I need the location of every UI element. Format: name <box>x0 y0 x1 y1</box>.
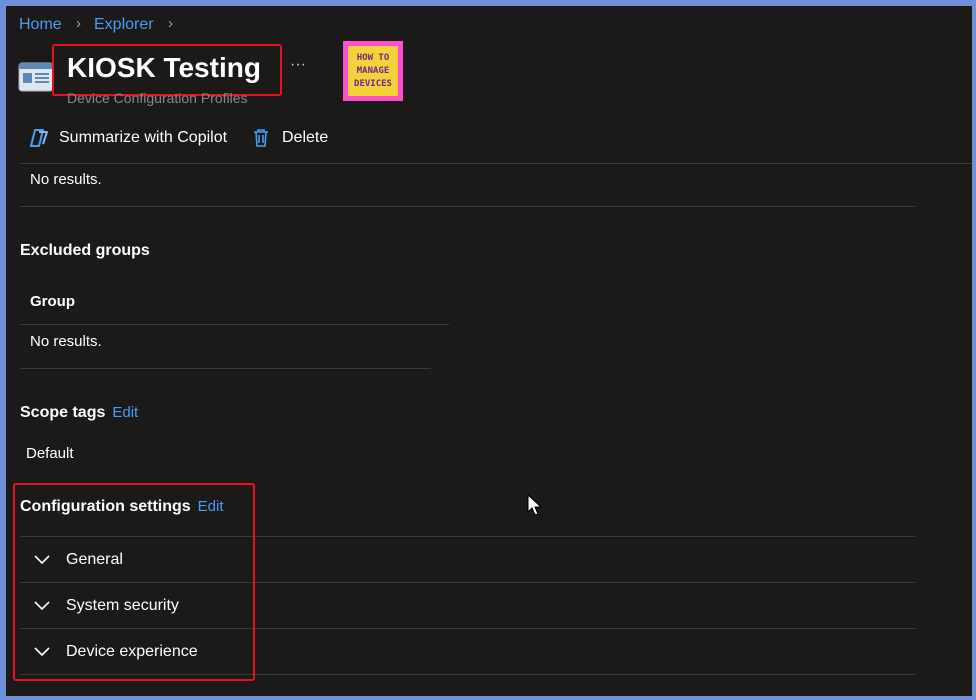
delete-label: Delete <box>282 129 329 146</box>
more-options-button[interactable]: ··· <box>290 56 306 74</box>
logo-line-2: MANAGE <box>356 65 390 76</box>
chevron-right-icon: › <box>168 15 173 32</box>
mouse-cursor-icon <box>527 493 543 523</box>
excluded-no-results: No results. <box>30 333 102 350</box>
copilot-icon <box>30 129 48 147</box>
logo-line-3: DEVICES <box>354 78 392 89</box>
profile-icon <box>18 61 54 98</box>
summarize-with-copilot-button[interactable]: Summarize with Copilot <box>28 128 227 148</box>
toolbar-divider <box>20 163 972 164</box>
group-column-header: Group <box>30 293 75 310</box>
chevron-right-icon: › <box>76 15 81 32</box>
how-to-manage-devices-logo: HOW TO MANAGE DEVICES <box>343 41 403 101</box>
delete-button[interactable]: Delete <box>252 128 328 148</box>
scope-tags-title: Scope tags <box>20 404 106 421</box>
page-subtitle: Device Configuration Profiles <box>67 90 248 106</box>
trash-icon <box>254 129 268 147</box>
configuration-highlight-box <box>13 483 255 681</box>
table-header-divider <box>20 324 449 325</box>
breadcrumb-home[interactable]: Home <box>19 16 62 34</box>
scope-tag-default: Default <box>26 445 74 462</box>
app-frame: Home › Explorer › KIOSK Testing Device C… <box>6 6 972 696</box>
included-no-results: No results. <box>30 171 102 188</box>
excluded-groups-title: Excluded groups <box>20 242 150 259</box>
scope-tags-edit-link[interactable]: Edit <box>112 404 138 421</box>
table-divider <box>20 368 431 369</box>
summarize-label: Summarize with Copilot <box>59 129 228 146</box>
title-highlight-box <box>52 44 282 96</box>
scope-tags-header: Scope tags Edit <box>20 404 138 422</box>
divider <box>20 206 915 207</box>
breadcrumb-explorer[interactable]: Explorer <box>94 16 154 34</box>
logo-line-1: HOW TO <box>356 52 390 63</box>
